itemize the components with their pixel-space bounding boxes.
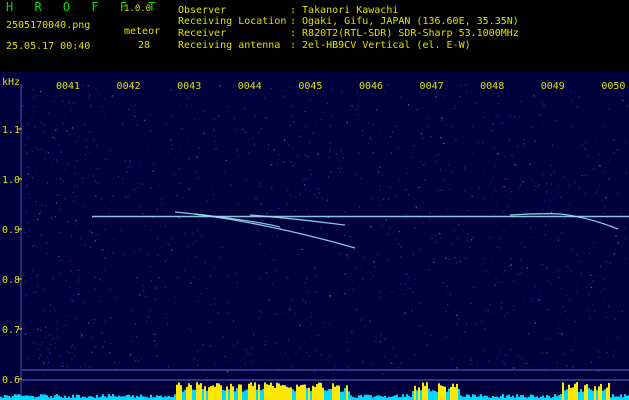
freq-tick-label: 0.6 xyxy=(2,375,20,386)
spectrogram[interactable]: 0041 0042 0043 0044 0045 0046 0047 0048 0049 0050… xyxy=(0,72,629,400)
freq-tick-label: 0.7 xyxy=(2,325,20,336)
freq-tick-label: 1.0 xyxy=(2,175,20,186)
location-value: : Ogaki, Gifu, JAPAN (136.60E, 35.35N) xyxy=(290,16,519,27)
spectrogram-background xyxy=(0,72,629,400)
time-tick-label: 0048 xyxy=(480,81,504,92)
observer-key: Observer xyxy=(178,5,227,16)
time-tick-label: 0046 xyxy=(359,81,383,92)
antenna-key: Receiving antenna xyxy=(178,40,281,51)
antenna-value: : 2el-HB9CV Vertical (el. E-W) xyxy=(290,40,471,51)
receiver-value: : R820T2(RTL-SDR) SDR-Sharp 53.1000MHz xyxy=(290,28,519,39)
observer-value: : Takanori Kawachi xyxy=(290,5,399,16)
time-tick-label: 0042 xyxy=(117,81,141,92)
location-key: Receiving Location xyxy=(178,16,287,27)
app-version: 1.0.0 xyxy=(124,4,152,14)
header-panel: H R O F F T 1.0.0 2505170040.png meteor … xyxy=(0,0,629,72)
freq-tick-label: 0.9 xyxy=(2,225,20,236)
time-tick-label: 0044 xyxy=(238,81,262,92)
y-unit-label: kHz xyxy=(2,77,20,88)
time-tick-label: 0043 xyxy=(177,81,201,92)
time-tick-label: 0041 xyxy=(56,81,80,92)
time-tick-label: 0045 xyxy=(298,81,322,92)
event-count: 28 xyxy=(138,40,151,51)
event-label: meteor xyxy=(124,26,161,37)
time-tick-label: 0050 xyxy=(601,81,625,92)
time-tick-label: 0047 xyxy=(420,81,444,92)
freq-tick-label: 1.1 xyxy=(2,125,20,136)
receiver-key: Receiver xyxy=(178,28,227,39)
time-tick-label: 0049 xyxy=(541,81,565,92)
file-name: 2505170040.png xyxy=(6,20,91,31)
freq-tick-label: 0.8 xyxy=(2,275,20,286)
timestamp: 25.05.17 00:40 xyxy=(6,41,91,52)
